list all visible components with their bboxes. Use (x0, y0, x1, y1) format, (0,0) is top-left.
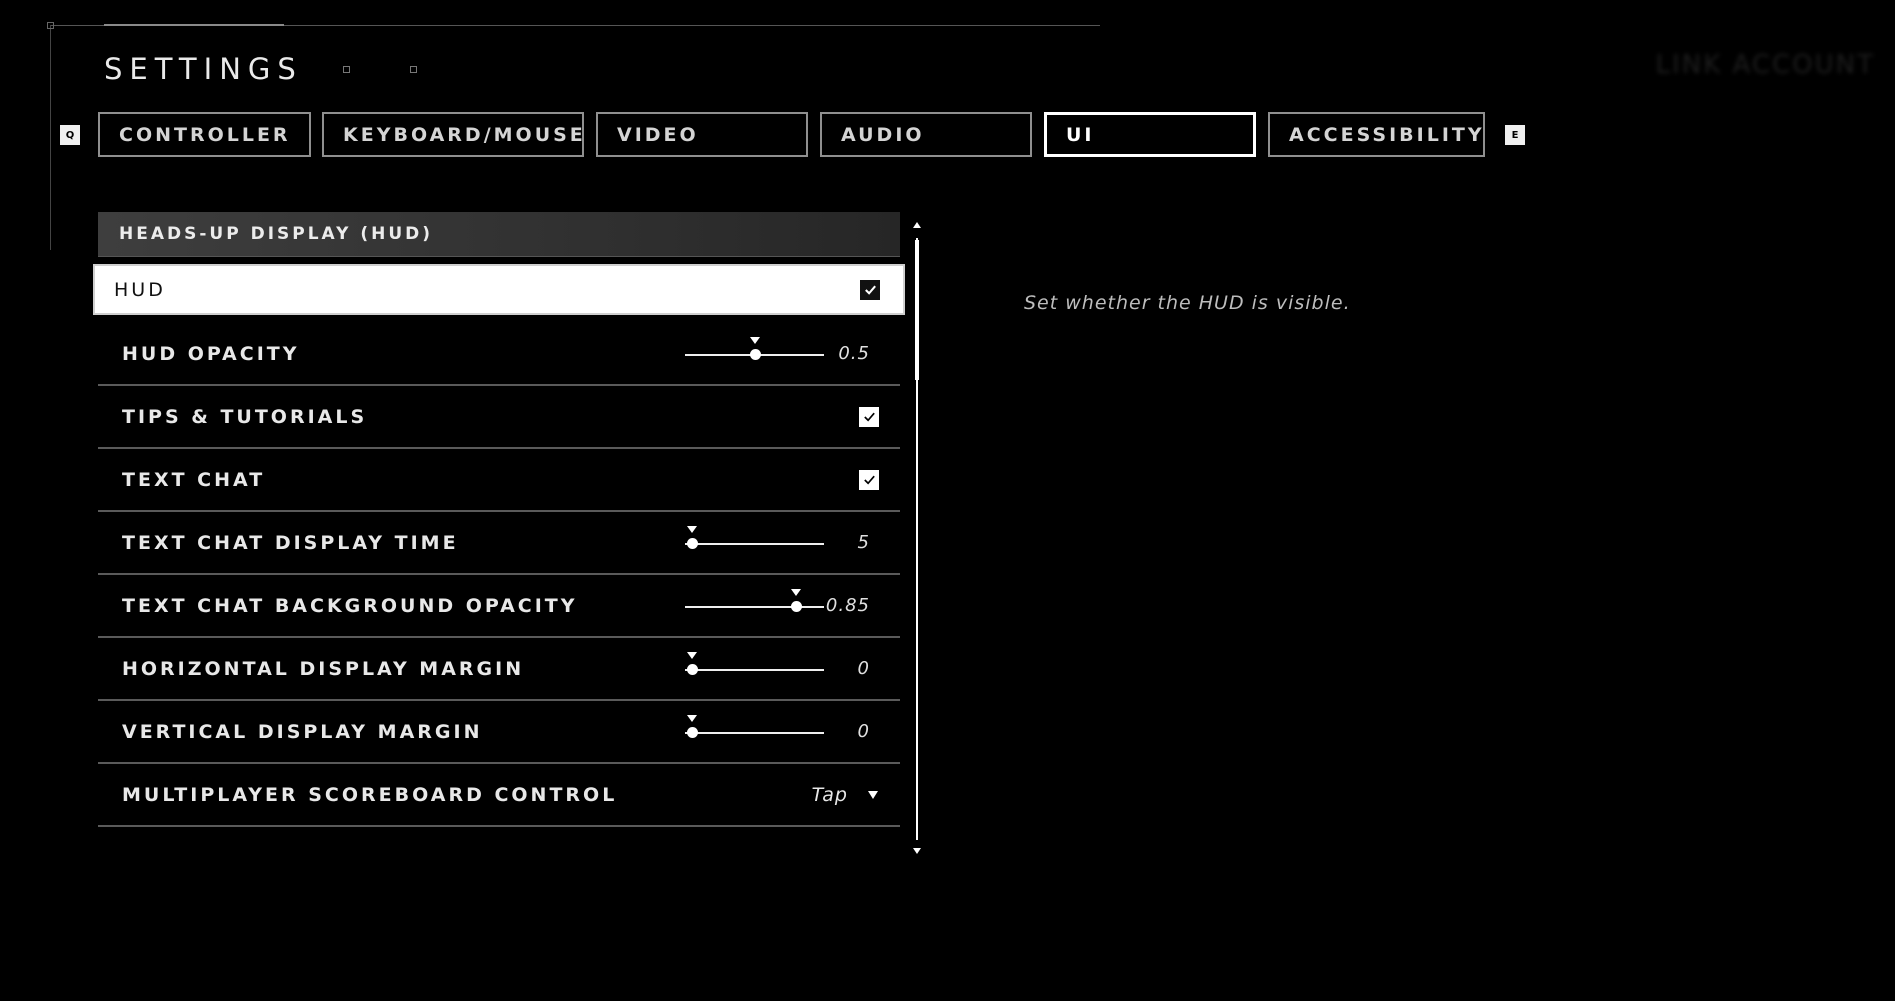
top-frame-highlight (104, 24, 284, 26)
prev-tab-key-icon[interactable]: Q (60, 125, 80, 145)
next-tab-key-icon[interactable]: E (1505, 125, 1525, 145)
setting-label: HUD (114, 278, 166, 301)
tab-accessibility[interactable]: ACCESSIBILITY (1268, 112, 1485, 157)
checkmark-icon (863, 412, 875, 422)
tips-checkbox[interactable] (859, 406, 879, 427)
slider-thumb[interactable] (686, 663, 698, 675)
setting-label: TEXT CHAT DISPLAY TIME (122, 531, 459, 554)
chevron-down-icon[interactable] (868, 790, 878, 799)
tab-label: VIDEO (617, 123, 699, 146)
default-marker-icon (686, 651, 697, 659)
setting-vertical-margin[interactable]: VERTICAL DISPLAY MARGIN 0 (98, 701, 900, 764)
setting-text-chat-display-time[interactable]: TEXT CHAT DISPLAY TIME 5 (98, 512, 900, 575)
left-frame-line (50, 25, 51, 250)
default-marker-icon (749, 336, 760, 344)
setting-scoreboard-control[interactable]: MULTIPLAYER SCOREBOARD CONTROL Tap (98, 764, 900, 827)
setting-text-chat-bg-opacity[interactable]: TEXT CHAT BACKGROUND OPACITY 0.85 (98, 575, 900, 638)
vertical-margin-slider[interactable] (685, 714, 824, 738)
tab-label: KEYBOARD/MOUSE (343, 123, 586, 146)
setting-hud-opacity[interactable]: HUD OPACITY 0.5 (98, 323, 900, 386)
page-title: SETTINGS (104, 52, 303, 86)
tab-label: AUDIO (841, 123, 925, 146)
section-header: HEADS-UP DISPLAY (HUD) (98, 212, 900, 257)
setting-hud[interactable]: HUD (93, 264, 905, 315)
frame-corner-icon (47, 22, 54, 29)
setting-horizontal-margin[interactable]: HORIZONTAL DISPLAY MARGIN 0 (98, 638, 900, 701)
default-marker-icon (791, 588, 802, 596)
slider-value: 5 (857, 532, 870, 553)
slider-value: 0 (857, 721, 870, 742)
slider-value: 0.85 (825, 595, 870, 616)
slider-thumb[interactable] (686, 537, 698, 549)
scroll-up-icon[interactable] (913, 222, 921, 228)
tab-ui[interactable]: UI (1044, 112, 1256, 157)
hud-checkbox[interactable] (860, 279, 880, 300)
setting-tips-tutorials[interactable]: TIPS & TUTORIALS (98, 386, 900, 449)
tab-audio[interactable]: AUDIO (820, 112, 1032, 157)
default-marker-icon (686, 714, 697, 722)
decor-dot-icon (410, 66, 417, 73)
text-chat-checkbox[interactable] (859, 469, 879, 490)
tab-label: UI (1066, 123, 1095, 146)
setting-description: Set whether the HUD is visible. (1024, 292, 1351, 314)
checkmark-icon (863, 475, 875, 485)
setting-label: VERTICAL DISPLAY MARGIN (122, 720, 483, 743)
horizontal-margin-slider[interactable] (685, 651, 824, 675)
checkmark-icon (864, 285, 876, 295)
setting-label: TEXT CHAT (122, 468, 266, 491)
setting-label: MULTIPLAYER SCOREBOARD CONTROL (122, 783, 618, 806)
setting-label: HUD OPACITY (122, 342, 300, 365)
tab-video[interactable]: VIDEO (596, 112, 808, 157)
text-chat-display-time-slider[interactable] (685, 525, 824, 549)
settings-list: HEADS-UP DISPLAY (HUD) HUD HUD OPACITY 0… (93, 212, 905, 827)
setting-label: TEXT CHAT BACKGROUND OPACITY (122, 594, 578, 617)
tab-label: ACCESSIBILITY (1289, 123, 1485, 146)
decor-dot-icon (343, 66, 350, 73)
slider-thumb[interactable] (749, 348, 761, 360)
top-right-label: LINK ACCOUNT (1655, 50, 1875, 80)
tab-label: CONTROLLER (119, 123, 291, 146)
slider-thumb[interactable] (791, 600, 803, 612)
dropdown-value[interactable]: Tap (812, 784, 848, 806)
scroll-down-icon[interactable] (913, 848, 921, 854)
setting-label: TIPS & TUTORIALS (122, 405, 368, 428)
default-marker-icon (686, 525, 697, 533)
slider-value: 0 (857, 658, 870, 679)
tab-controller[interactable]: CONTROLLER (98, 112, 311, 157)
scrollbar-thumb[interactable] (915, 240, 919, 380)
setting-label: HORIZONTAL DISPLAY MARGIN (122, 657, 525, 680)
hud-opacity-slider[interactable] (685, 336, 824, 360)
slider-thumb[interactable] (686, 726, 698, 738)
slider-value: 0.5 (838, 343, 870, 364)
tab-keyboard-mouse[interactable]: KEYBOARD/MOUSE (322, 112, 584, 157)
text-chat-bg-opacity-slider[interactable] (685, 588, 824, 612)
setting-text-chat[interactable]: TEXT CHAT (98, 449, 900, 512)
